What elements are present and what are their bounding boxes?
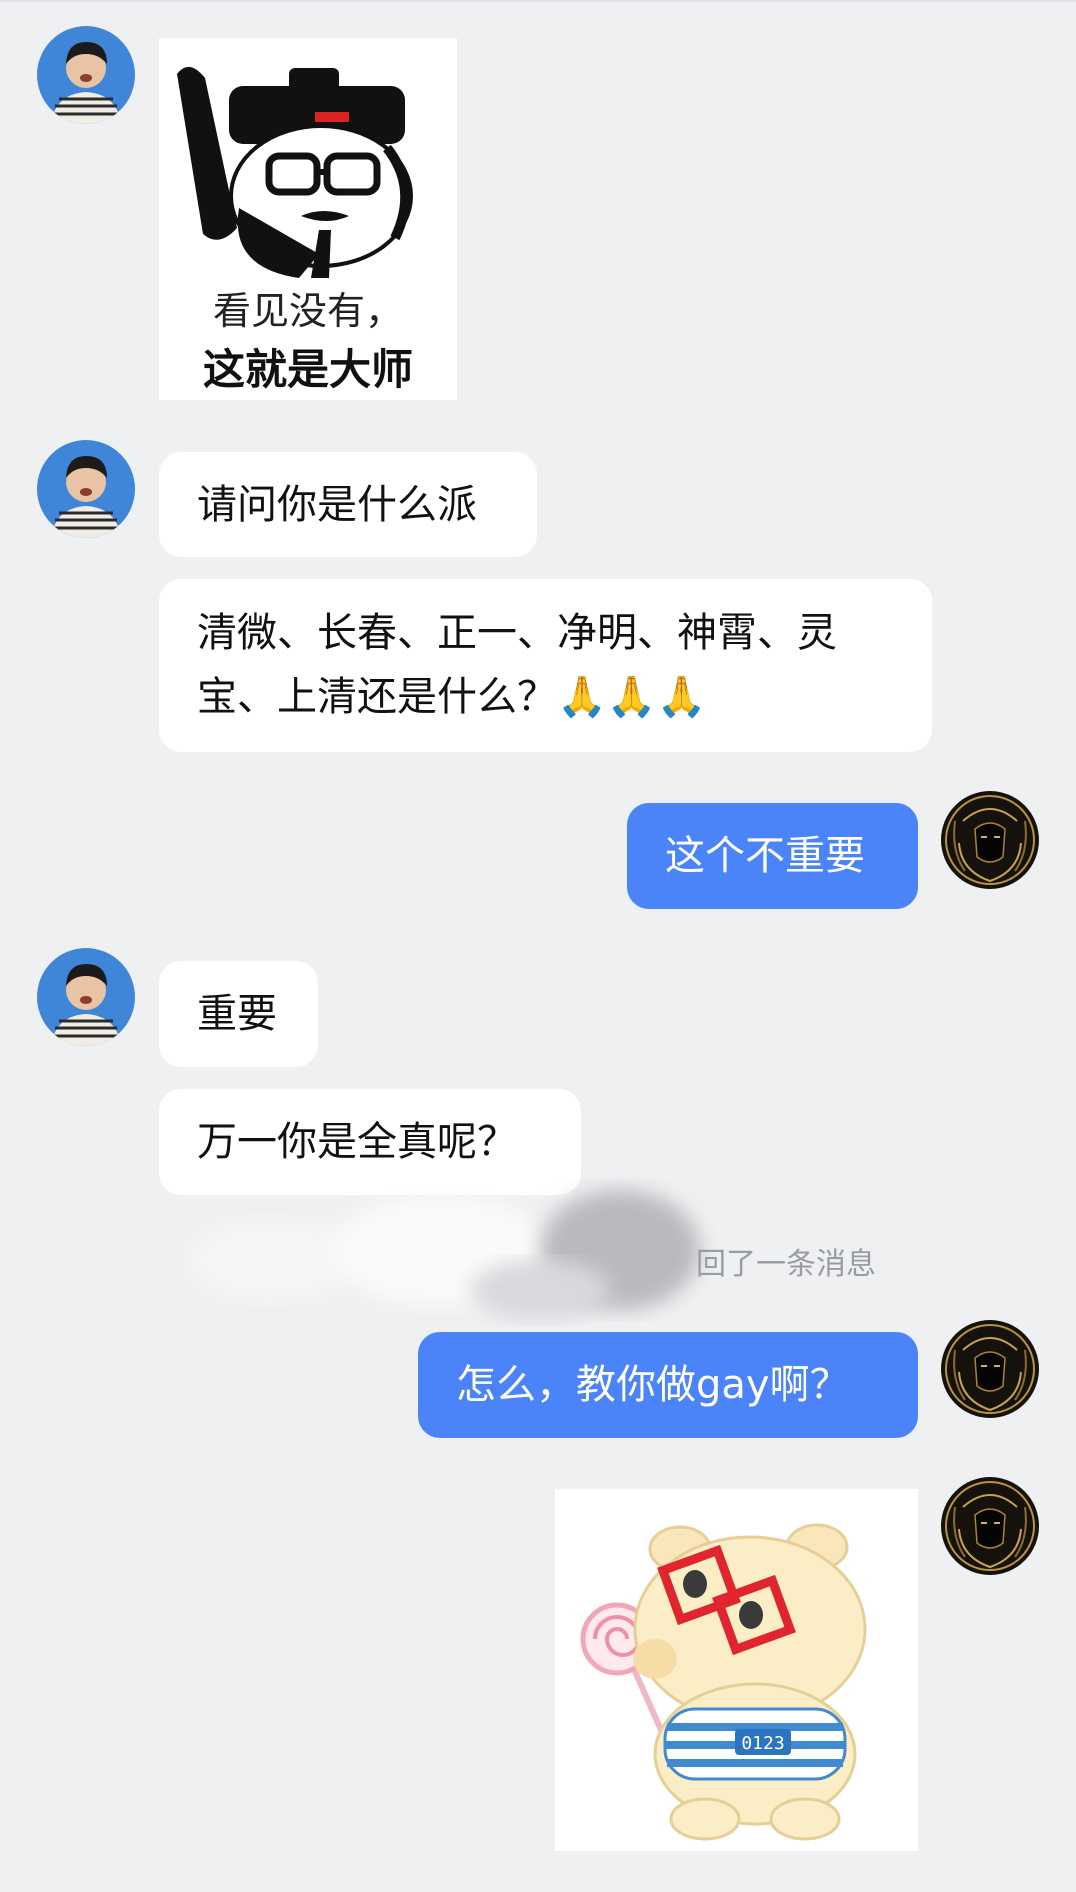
shirt-number: 0123 [741, 1733, 784, 1754]
pig-sticker[interactable]: 0123 [555, 1489, 918, 1851]
redaction-smudge [190, 1190, 700, 1320]
message-text-line2: 宝、上清还是什么？🙏🙏🙏 [197, 674, 707, 720]
self-avatar[interactable] [941, 791, 1039, 889]
contact-avatar[interactable] [37, 948, 135, 1046]
master-sticker[interactable]: 看见没有， 这就是大师 [159, 38, 457, 400]
avatar-boy-photo-icon [37, 440, 135, 538]
bearded-master-meme-icon [159, 38, 457, 288]
message-text-line1: 清微、长春、正一、净明、神霄、灵 [197, 610, 837, 656]
avatar-boy-photo-icon [37, 948, 135, 1046]
contact-avatar[interactable] [37, 26, 135, 124]
incoming-message[interactable]: 清微、长春、正一、净明、神霄、灵 宝、上清还是什么？🙏🙏🙏 [159, 579, 932, 752]
contact-avatar[interactable] [37, 440, 135, 538]
outgoing-message[interactable]: 这个不重要 [627, 803, 918, 909]
message-text: 万一你是全真呢？ [197, 1119, 517, 1165]
avatar-dark-gold-portrait-icon [941, 1320, 1039, 1418]
pig-with-lollipop-icon: 0123 [555, 1489, 918, 1851]
avatar-dark-gold-portrait-icon [941, 791, 1039, 889]
self-avatar[interactable] [941, 1477, 1039, 1575]
message-text: 怎么，教你做gay啊？ [456, 1362, 850, 1408]
top-divider [0, 0, 1076, 2]
outgoing-message[interactable]: 怎么，教你做gay啊？ [418, 1332, 918, 1438]
incoming-message[interactable]: 重要 [159, 961, 318, 1067]
sticker-caption-line2: 这就是大师 [202, 345, 413, 394]
message-text: 这个不重要 [665, 833, 865, 879]
avatar-boy-photo-icon [37, 26, 135, 124]
avatar-dark-gold-portrait-icon [941, 1477, 1039, 1575]
message-text: 请问你是什么派 [197, 482, 477, 528]
sticker-caption-line1: 看见没有， [212, 289, 403, 333]
system-notice: 回了一条消息 [696, 1247, 876, 1282]
self-avatar[interactable] [941, 1320, 1039, 1418]
incoming-message[interactable]: 请问你是什么派 [159, 452, 537, 557]
message-text: 重要 [197, 991, 277, 1037]
